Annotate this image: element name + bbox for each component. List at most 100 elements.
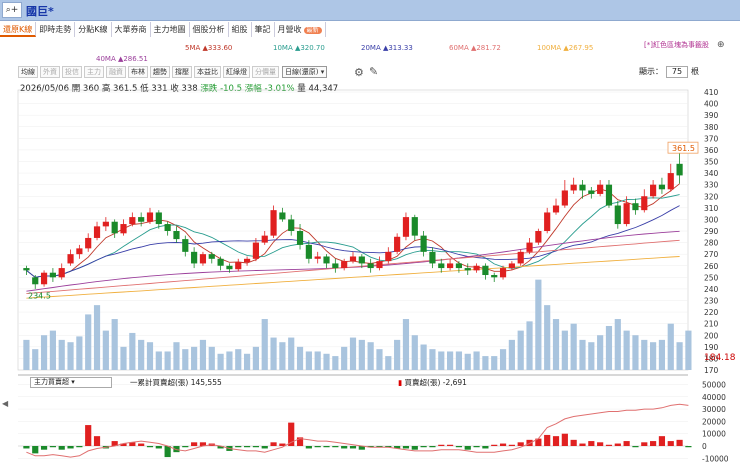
- volume-bar: [235, 349, 242, 370]
- candle-body: [120, 224, 127, 234]
- sub-bar: [667, 441, 674, 446]
- candle-body: [226, 265, 233, 270]
- sub-bar: [455, 446, 463, 448]
- sub-bar: [138, 443, 145, 446]
- candle-body: [597, 184, 604, 194]
- sub-bar: [93, 436, 101, 446]
- volume-bar: [155, 351, 162, 370]
- sub-select-value: 主力買賣超: [34, 378, 69, 386]
- sub-bar: [491, 444, 498, 446]
- volume-bar: [314, 351, 321, 370]
- price-tick-label: 330: [704, 181, 719, 190]
- low-price-tag: 234.5: [28, 291, 51, 300]
- candle-body: [508, 263, 515, 269]
- price-tick-label: 290: [704, 227, 719, 236]
- volume-bar: [508, 339, 515, 370]
- sub-bar: [243, 446, 251, 448]
- sub-bar: [597, 442, 604, 446]
- volume-bar: [411, 335, 418, 370]
- volume-bar: [544, 305, 551, 370]
- chart-canvas[interactable]: 410 400 390 380 370 360 350 340 330 320 310 300 290 2…: [0, 0, 740, 466]
- volume-bar: [570, 323, 577, 370]
- volume-bar: [438, 351, 445, 370]
- volume-bar: [429, 349, 436, 370]
- sub-tick-label: 50000: [702, 380, 726, 389]
- candle-body: [376, 261, 383, 269]
- volume-bar: [243, 353, 251, 370]
- volume-bar: [296, 346, 304, 370]
- candle-body: [102, 221, 109, 227]
- candle-body: [614, 205, 621, 225]
- candle-body: [544, 212, 551, 231]
- volume-bar: [164, 351, 171, 370]
- volume-bar: [641, 339, 648, 370]
- sub-indicator-select[interactable]: 主力買賣超 ▾: [30, 377, 112, 388]
- sub-bar: [420, 446, 427, 448]
- volume-bar: [341, 346, 348, 370]
- volume-bar: [376, 349, 383, 370]
- candle-body: [473, 265, 480, 271]
- volume-bar: [632, 335, 639, 370]
- volume-bar: [111, 319, 118, 370]
- sub-bar: [605, 444, 613, 446]
- candle-body: [129, 217, 136, 225]
- price-tick-label: 240: [704, 285, 719, 294]
- sub-tick-label: -10000: [702, 454, 729, 463]
- candle-body: [552, 205, 560, 213]
- candle-body: [252, 242, 259, 259]
- volume-bar: [349, 337, 357, 370]
- volume-bar: [199, 339, 207, 370]
- price-frame: [17, 89, 689, 371]
- price-tick-label: 170: [704, 366, 719, 375]
- candle-body: [517, 251, 524, 264]
- volume-bar: [473, 351, 480, 370]
- volume-bar: [182, 349, 189, 370]
- volume-bar: [32, 349, 39, 370]
- volume-bar: [217, 353, 224, 370]
- sub-bar: [658, 436, 666, 446]
- volume-bar: [23, 339, 30, 370]
- sub-bar: [67, 446, 74, 449]
- candle-body: [23, 268, 30, 271]
- sub-bar: [438, 444, 445, 446]
- sub-tick-label: 20000: [702, 417, 726, 426]
- sub-bar: [32, 446, 39, 454]
- last-price-tag: 361.5: [672, 144, 695, 153]
- sub-bar: [588, 441, 595, 446]
- volume-bar: [535, 279, 542, 370]
- volume-bar: [614, 319, 621, 370]
- sub-bar: [49, 446, 56, 448]
- sub-bar: [182, 446, 189, 448]
- sub-bar: [23, 446, 30, 449]
- sub-bar: [429, 446, 436, 448]
- price-tick-label: 340: [704, 169, 719, 178]
- price-tick-label: 410: [704, 88, 719, 97]
- candle-body: [270, 210, 277, 236]
- candle-body: [191, 251, 198, 264]
- sub-bar: [473, 446, 480, 448]
- scroll-left-icon[interactable]: ◀: [2, 399, 8, 408]
- volume-bar: [394, 339, 401, 370]
- sub-bar: [650, 441, 657, 446]
- sub-tick-label: 10000: [702, 430, 726, 439]
- volume-bar: [102, 330, 109, 370]
- volume-bar: [658, 339, 666, 370]
- candle-body: [561, 190, 568, 206]
- volume-bar: [129, 332, 136, 370]
- candle-body: [570, 184, 577, 191]
- candle-body: [296, 231, 304, 245]
- candle-body: [385, 251, 392, 262]
- volume-bar: [579, 339, 586, 370]
- volume-bar: [173, 342, 180, 370]
- volume-bar: [499, 349, 507, 370]
- volume-bar: [67, 342, 74, 370]
- ma60-line: [26, 239, 680, 295]
- volume-bar: [685, 330, 692, 370]
- price-tick-label: 230: [704, 297, 719, 306]
- volume-bar: [676, 342, 683, 370]
- sub-bar: [76, 446, 83, 448]
- sub-bar: [482, 446, 489, 449]
- candle-body: [464, 268, 471, 271]
- volume-bar: [85, 314, 92, 370]
- candle-body: [40, 272, 48, 285]
